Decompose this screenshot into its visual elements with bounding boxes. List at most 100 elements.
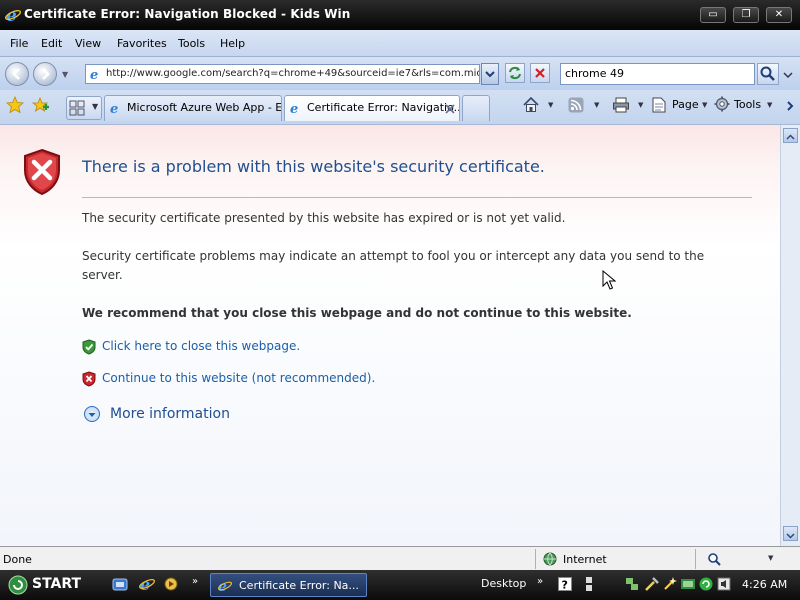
chevron-right-icon (787, 101, 794, 111)
scroll-down-button[interactable] (783, 526, 798, 541)
quicklaunch-overflow-icon[interactable]: » (192, 576, 198, 587)
new-tab-button[interactable] (462, 95, 490, 121)
add-favorite-button[interactable] (31, 96, 50, 118)
expired-certificate-text: The security certificate presented by th… (82, 211, 566, 225)
back-arrow-icon (12, 68, 20, 80)
quicklaunch-ie-icon[interactable]: e (138, 575, 156, 593)
minimize-button[interactable]: ▭ (700, 7, 726, 23)
security-zone-label: Internet (563, 553, 607, 566)
search-input[interactable]: chrome 49 (560, 63, 755, 85)
red-x-shield-icon (82, 371, 96, 387)
green-check-shield-icon (82, 339, 96, 355)
stop-icon (535, 68, 545, 78)
tab-ie-icon: e (290, 102, 298, 115)
mouse-cursor-icon (602, 270, 616, 290)
status-text: Done (3, 553, 32, 566)
quicklaunch-explorer-icon[interactable] (112, 576, 128, 592)
forward-button[interactable] (33, 62, 57, 86)
tab-label: Microsoft Azure Web App - E... (127, 101, 282, 114)
page-dropdown-icon[interactable]: ▼ (702, 101, 707, 109)
forward-arrow-icon (42, 68, 50, 80)
chevron-down-icon (485, 71, 495, 78)
tray-tools-icon[interactable] (644, 576, 660, 592)
scroll-up-button[interactable] (783, 128, 798, 143)
status-separator (535, 549, 536, 569)
recent-pages-dropdown[interactable]: ▼ (62, 70, 68, 79)
status-bar: Done Internet ▼ (0, 546, 800, 570)
feeds-button[interactable] (568, 97, 584, 117)
tab-azure[interactable]: e Microsoft Azure Web App - E... (104, 95, 282, 121)
desktop-overflow-icon[interactable]: » (537, 576, 543, 587)
start-label: START (32, 576, 82, 592)
zoom-icon[interactable] (707, 552, 721, 566)
quick-tabs-button[interactable]: ▼ (66, 96, 102, 120)
tab-list-dropdown-icon[interactable]: ▼ (92, 102, 98, 111)
print-button[interactable] (612, 96, 630, 118)
desktop-toolbar-label[interactable]: Desktop (481, 577, 526, 590)
help-icon[interactable]: ? (558, 577, 572, 591)
feeds-dropdown-icon[interactable]: ▼ (594, 101, 599, 109)
address-url: http://www.google.com/search?q=chrome+49… (106, 68, 480, 79)
page-title: There is a problem with this website's s… (82, 157, 545, 176)
print-dropdown-icon[interactable]: ▼ (638, 101, 643, 109)
tools-menu-label[interactable]: Tools (734, 98, 761, 111)
menu-file[interactable]: File (10, 37, 28, 50)
taskbar-window-label: Certificate Error: Na... (239, 579, 359, 592)
quicklaunch-media-icon[interactable] (163, 576, 179, 592)
page-icon (652, 97, 666, 113)
home-button[interactable] (522, 96, 540, 118)
search-value: chrome 49 (565, 67, 625, 80)
security-error-shield-icon (24, 148, 60, 196)
more-information-link[interactable]: More information (110, 406, 230, 422)
svg-text:e: e (90, 68, 98, 81)
restore-button[interactable]: ❐ (733, 7, 759, 23)
rss-feed-icon (568, 97, 584, 113)
search-button[interactable] (757, 63, 779, 85)
tab-certificate-error[interactable]: e Certificate Error: Navigatio... (284, 95, 460, 121)
start-button[interactable]: START (8, 574, 92, 596)
printer-icon (613, 97, 629, 113)
tray-app-icon[interactable] (680, 576, 696, 592)
close-tab-icon[interactable] (445, 104, 455, 114)
recommendation-text: We recommend that you close this webpage… (82, 306, 632, 320)
stop-button[interactable] (530, 63, 550, 83)
refresh-button[interactable] (505, 63, 525, 83)
svg-text:e: e (110, 102, 118, 115)
zoom-dropdown-icon[interactable]: ▼ (768, 554, 773, 562)
menu-favorites[interactable]: Favorites (117, 37, 167, 50)
tray-device-icon[interactable] (584, 576, 594, 592)
start-orb-icon (8, 575, 28, 595)
page-menu-button[interactable] (652, 97, 666, 117)
home-dropdown-icon[interactable]: ▼ (548, 101, 553, 109)
menu-tools[interactable]: Tools (178, 37, 205, 50)
address-input[interactable]: e http://www.google.com/search?q=chrome+… (85, 64, 480, 84)
toolbar-overflow-button[interactable] (785, 98, 795, 117)
search-options-dropdown[interactable] (781, 63, 795, 85)
address-dropdown-button[interactable] (481, 63, 499, 85)
divider (82, 197, 752, 198)
favorites-center-button[interactable] (6, 95, 24, 118)
menu-view[interactable]: View (75, 37, 101, 50)
page-menu-label[interactable]: Page (672, 98, 699, 111)
svg-text:e: e (290, 102, 298, 115)
taskbar-ie-window[interactable]: e Certificate Error: Na... (210, 573, 367, 597)
chevron-down-icon (88, 413, 96, 417)
expand-more-info-icon[interactable] (84, 406, 100, 422)
tray-volume-icon[interactable] (716, 576, 732, 592)
tray-network-icon[interactable] (625, 576, 639, 592)
add-favorite-icon (31, 96, 49, 112)
taskbar-ie-icon: e (218, 579, 232, 594)
menu-edit[interactable]: Edit (41, 37, 62, 50)
continue-to-website-link[interactable]: Continue to this website (not recommende… (102, 371, 375, 385)
close-window-button[interactable]: ✕ (766, 7, 792, 23)
page-content (0, 125, 780, 546)
menu-help[interactable]: Help (220, 37, 245, 50)
vertical-scrollbar[interactable] (780, 125, 800, 546)
back-button[interactable] (5, 62, 29, 86)
close-webpage-link[interactable]: Click here to close this webpage. (102, 339, 300, 353)
status-separator (695, 549, 696, 569)
tools-dropdown-icon[interactable]: ▼ (767, 101, 772, 109)
tray-sync-icon[interactable] (698, 576, 714, 592)
tools-menu-button[interactable] (714, 96, 730, 116)
tray-wand-icon[interactable] (662, 575, 678, 591)
